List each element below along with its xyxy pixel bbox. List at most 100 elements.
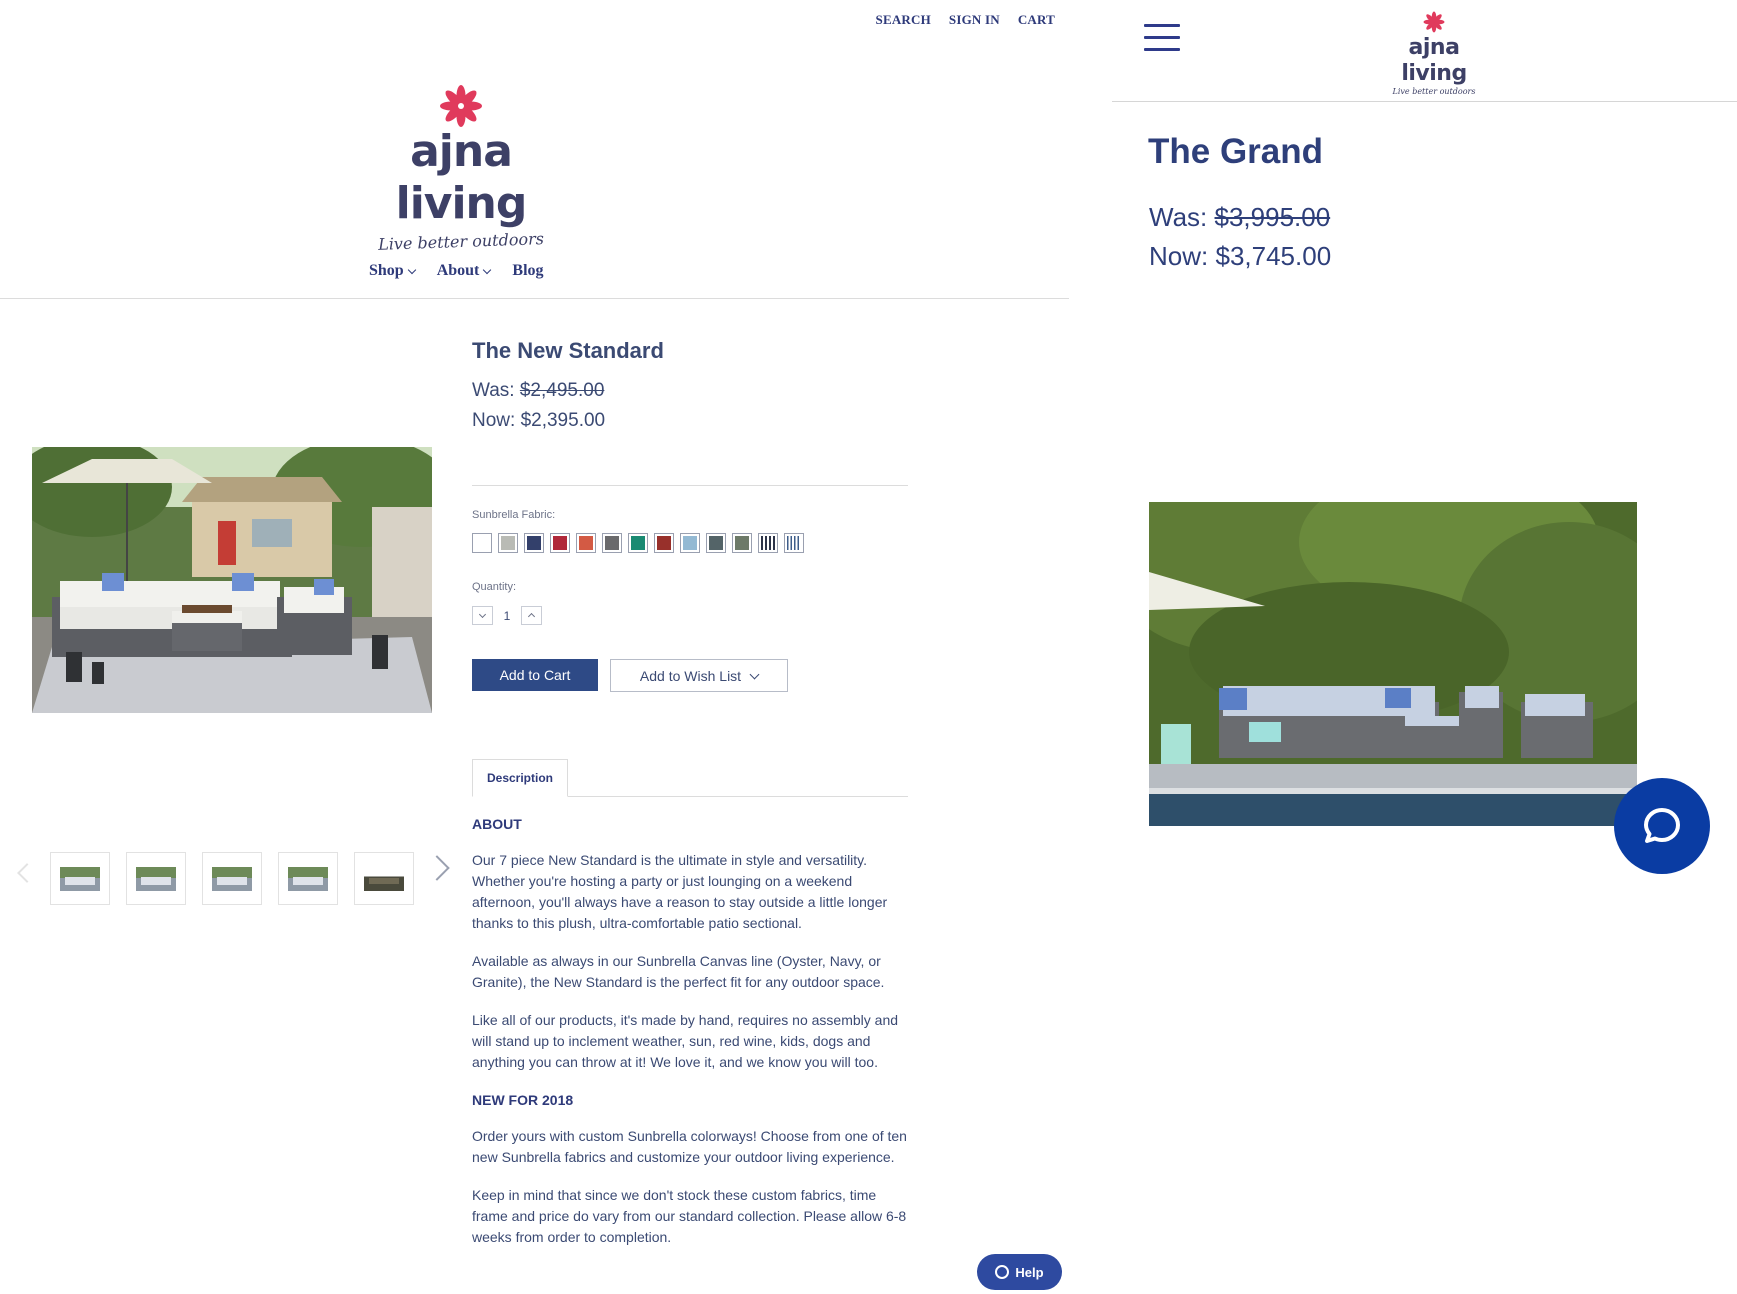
nav-item-shop[interactable]: Shop xyxy=(369,262,416,280)
nav-item-about[interactable]: About xyxy=(436,262,492,280)
flower-logo-icon xyxy=(1423,11,1445,33)
swatch-color xyxy=(605,536,619,550)
sign-in-link[interactable]: SIGN IN xyxy=(949,12,1000,28)
swatch-color xyxy=(761,536,775,550)
nav-item-label: About xyxy=(436,262,480,279)
now-label: Now: xyxy=(472,410,516,431)
swatch-color xyxy=(787,536,801,550)
product-title: The Grand xyxy=(1148,132,1324,171)
thumbnail-carousel xyxy=(17,852,450,908)
wishlist-label: Add to Wish List xyxy=(639,667,742,684)
was-price: $2,495.00 xyxy=(519,380,605,401)
thumbnail-3[interactable] xyxy=(202,852,262,905)
thumbnail-1[interactable] xyxy=(50,852,110,905)
nav-item-label: Shop xyxy=(369,262,404,279)
swatch-color xyxy=(709,536,723,550)
header-divider xyxy=(0,298,1069,299)
header-divider xyxy=(1112,101,1737,102)
was-price: $3,995.00 xyxy=(1214,202,1331,232)
chat-bubble-icon xyxy=(995,1265,1010,1279)
fabric-swatch-9[interactable] xyxy=(680,533,700,553)
fabric-swatch-2[interactable] xyxy=(498,533,518,553)
fabric-label: Sunbrella Fabric: xyxy=(472,509,556,521)
description-paragraph: Our 7 piece New Standard is the ultimate… xyxy=(472,852,888,931)
help-button[interactable]: Help xyxy=(977,1254,1062,1290)
chevron-left-icon[interactable] xyxy=(17,863,37,883)
swatch-color xyxy=(683,536,697,550)
desktop-product-page: SEARCH SIGN IN CART ajna living Live bet… xyxy=(0,0,1069,1294)
search-link[interactable]: SEARCH xyxy=(876,12,931,28)
swatch-color xyxy=(579,536,593,550)
patio-photo-image xyxy=(1149,502,1637,826)
mobile-site-logo[interactable]: ajna living Live better outdoors xyxy=(1374,10,1494,96)
nav-item-blog[interactable]: Blog xyxy=(512,262,543,280)
quantity-decrease-button[interactable] xyxy=(472,606,493,625)
fabric-swatches xyxy=(472,533,804,553)
new-heading: NEW FOR 2018 xyxy=(472,1092,574,1108)
fabric-swatch-12[interactable] xyxy=(758,533,778,553)
patio-photo-image xyxy=(32,447,432,713)
price-now: Now: $2,395.00 xyxy=(472,410,605,432)
now-label: Now: xyxy=(1149,241,1209,271)
site-logo[interactable]: ajna living Live better outdoors xyxy=(345,82,577,254)
description-content: ABOUT Our 7 piece New Standard is the ul… xyxy=(472,814,912,1265)
logo-wordmark: ajna living xyxy=(1401,35,1467,86)
swatch-color xyxy=(553,536,567,550)
fabric-swatch-11[interactable] xyxy=(732,533,752,553)
chevron-down-icon xyxy=(483,265,492,275)
fabric-swatch-6[interactable] xyxy=(602,533,622,553)
chevron-down-icon xyxy=(478,610,487,619)
product-main-image[interactable] xyxy=(1149,502,1637,826)
chevron-right-icon[interactable] xyxy=(424,855,450,881)
fabric-swatch-10[interactable] xyxy=(706,533,726,553)
description-paragraph: Like all of our products, it's made by h… xyxy=(472,1012,899,1070)
thumbnail-5[interactable] xyxy=(354,852,414,905)
tab-description[interactable]: Description xyxy=(472,759,568,797)
info-divider xyxy=(472,485,908,486)
logo-wordmark: ajna living xyxy=(395,126,528,229)
utility-nav: SEARCH SIGN IN CART xyxy=(876,12,1055,28)
chat-bubble-icon xyxy=(1644,808,1680,843)
hamburger-menu-icon[interactable] xyxy=(1144,24,1180,54)
chevron-up-icon xyxy=(527,612,536,621)
quantity-increase-button[interactable] xyxy=(521,606,542,625)
about-heading: ABOUT xyxy=(472,816,522,832)
swatch-color xyxy=(527,536,541,550)
logo-tagline: Live better outdoors xyxy=(377,229,545,254)
flower-logo-icon xyxy=(440,85,482,127)
thumbnail-4[interactable] xyxy=(278,852,338,905)
description-paragraph: Available as always in our Sunbrella Can… xyxy=(472,953,885,990)
chevron-down-icon xyxy=(407,265,416,275)
main-nav: Shop About Blog xyxy=(369,262,544,280)
mobile-product-page: ajna living Live better outdoors The Gra… xyxy=(1112,0,1737,1294)
price-was: Was: $3,995.00 xyxy=(1149,202,1330,233)
chat-button[interactable] xyxy=(1614,778,1710,874)
thumbnail-2[interactable] xyxy=(126,852,186,905)
fabric-swatch-4[interactable] xyxy=(550,533,570,553)
quantity-label: Quantity: xyxy=(472,581,517,593)
was-label: Was: xyxy=(1149,202,1208,232)
fabric-swatch-5[interactable] xyxy=(576,533,596,553)
quantity-stepper: 1 xyxy=(472,606,542,625)
logo-tagline: Live better outdoors xyxy=(1392,87,1476,96)
add-to-wishlist-button[interactable]: Add to Wish List xyxy=(610,659,788,692)
description-paragraph: Order yours with custom Sunbrella colorw… xyxy=(472,1128,907,1165)
was-label: Was: xyxy=(472,380,515,401)
quantity-input[interactable]: 1 xyxy=(493,609,521,623)
fabric-swatch-3[interactable] xyxy=(524,533,544,553)
cart-link[interactable]: CART xyxy=(1018,12,1055,28)
swatch-color xyxy=(475,536,489,550)
add-to-cart-button[interactable]: Add to Cart xyxy=(472,659,598,691)
product-main-image[interactable] xyxy=(32,447,432,713)
swatch-color xyxy=(631,536,645,550)
swatch-color xyxy=(657,536,671,550)
now-price: $2,395.00 xyxy=(520,410,606,431)
chevron-down-icon xyxy=(749,669,760,680)
description-paragraph: Keep in mind that since we don't stock t… xyxy=(472,1187,907,1245)
fabric-swatch-1[interactable] xyxy=(472,533,492,553)
fabric-swatch-13[interactable] xyxy=(784,533,804,553)
fabric-swatch-8[interactable] xyxy=(654,533,674,553)
help-label: Help xyxy=(1015,1264,1044,1280)
swatch-color xyxy=(501,536,515,550)
fabric-swatch-7[interactable] xyxy=(628,533,648,553)
